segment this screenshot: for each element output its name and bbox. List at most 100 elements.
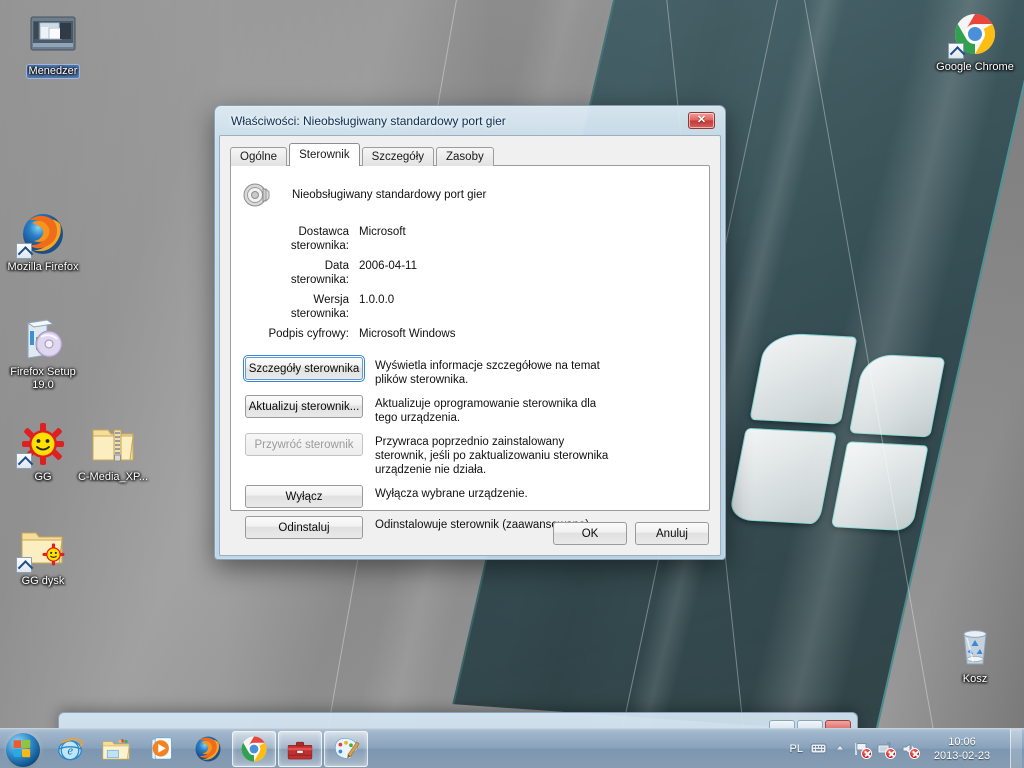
action-row-rollback-driver: Przywróć sterownik Przywraca poprzednio z… xyxy=(245,433,709,477)
taskbar-items: e xyxy=(46,730,368,767)
driver-info-label: Data sterownika: xyxy=(290,260,349,286)
taskbar[interactable]: e PL 10:06 2013-02-23 xyxy=(0,728,1024,768)
tab-strip: Ogólne Sterownik Szczegóły Zasoby xyxy=(230,143,710,166)
clock[interactable]: 10:06 2013-02-23 xyxy=(925,735,999,763)
media-player-icon xyxy=(147,734,177,764)
chrome-icon xyxy=(239,734,269,764)
rollback-driver-button: Przywróć sterownik xyxy=(245,433,363,456)
taskbar-item-windows-media-player[interactable] xyxy=(140,731,184,767)
driver-info-label: Podpis cyfrowy: xyxy=(268,328,349,340)
speaker-device-icon xyxy=(243,183,270,207)
language-indicator[interactable]: PL xyxy=(790,743,803,755)
device-properties-dialog[interactable]: Właściwości: Nieobsługiwany standardowy … xyxy=(214,105,726,560)
desktop-icon-google-chrome[interactable]: Google Chrome xyxy=(932,10,1018,74)
shortcut-overlay-icon xyxy=(16,557,32,573)
system-tray: PL 10:06 2013-02-23 xyxy=(784,728,1024,768)
desktop-icon-label: Menedzer xyxy=(25,64,81,79)
tab-szczegoly[interactable]: Szczegóły xyxy=(361,147,435,166)
disable-device-button[interactable]: Wyłącz xyxy=(245,485,363,508)
driver-info-row: Dostawca sterownika: Microsoft xyxy=(264,225,709,253)
close-icon[interactable]: ✕ xyxy=(688,112,715,129)
driver-info-row: Wersja sterownika: 1.0.0.0 xyxy=(264,293,709,321)
desktop-icon-gg-dysk[interactable]: GG dysk xyxy=(0,524,86,588)
update-driver-button[interactable]: Aktualizuj sterownik... xyxy=(245,395,363,418)
disable-device-description: Wyłącza wybrane urządzenie. xyxy=(375,488,528,500)
driver-info-label: Dostawca sterownika: xyxy=(290,226,349,252)
desktop-icon-label: Kosz xyxy=(962,673,988,685)
rollback-driver-description: Przywraca poprzednio zainstalowany stero… xyxy=(375,436,609,476)
shortcut-overlay-icon xyxy=(16,453,32,469)
desktop-icon-menedzer[interactable]: Menedzer xyxy=(10,10,96,79)
action-row-update-driver: Aktualizuj sterownik... Aktualizuje oprog… xyxy=(245,395,709,425)
network-icon[interactable] xyxy=(877,741,896,759)
desktop-icon-label: Mozilla Firefox xyxy=(7,261,79,273)
tab-zasoby[interactable]: Zasoby xyxy=(436,147,494,166)
driver-info-value: 1.0.0.0 xyxy=(359,294,395,306)
desktop-icon-mozilla-firefox[interactable]: Mozilla Firefox xyxy=(0,210,86,274)
driver-info-grid: Dostawca sterownika: Microsoft Data sterow… xyxy=(264,225,709,341)
installer-disc-icon xyxy=(19,315,67,363)
screenshot-thumbnail-icon xyxy=(29,10,77,58)
show-hidden-icons-icon[interactable] xyxy=(834,741,846,757)
show-desktop-button[interactable] xyxy=(1010,728,1022,768)
start-orb[interactable] xyxy=(2,731,46,767)
paint-palette-icon xyxy=(331,734,361,764)
tab-sterownik[interactable]: Sterownik xyxy=(289,143,360,166)
tab-ogolne[interactable]: Ogólne xyxy=(230,147,288,166)
taskbar-item-paint[interactable] xyxy=(324,730,368,767)
driver-details-button[interactable]: Szczegóły sterownika xyxy=(243,355,365,382)
desktop-icon-label: Google Chrome xyxy=(936,61,1014,73)
device-header: Nieobsługiwany standardowy port gier xyxy=(231,166,709,210)
driver-info-value: Microsoft Windows xyxy=(359,328,456,340)
clock-date: 2013-02-23 xyxy=(933,749,991,762)
clock-time: 10:06 xyxy=(948,735,976,748)
volume-icon[interactable] xyxy=(901,741,920,759)
taskbar-item-internet-explorer[interactable]: e xyxy=(48,731,92,767)
zipped-folder-icon xyxy=(89,420,137,468)
shortcut-overlay-icon xyxy=(16,243,32,259)
uninstall-button[interactable]: Odinstaluj xyxy=(245,516,363,539)
desktop-icon-c-media-xp[interactable]: C-Media_XP... xyxy=(70,420,156,484)
folder-explorer-icon xyxy=(101,734,131,764)
wallpaper-windows-flag-icon xyxy=(725,320,965,545)
device-manager-icon xyxy=(285,734,315,764)
close-glyph: ✕ xyxy=(696,114,707,126)
dialog-body: Ogólne Sterownik Szczegóły Zasoby Nieobsług… xyxy=(219,135,721,556)
driver-info-value: 2006-04-11 xyxy=(359,260,417,272)
taskbar-item-google-chrome[interactable] xyxy=(232,730,276,767)
recycle-bin-icon xyxy=(951,622,999,670)
driver-info-row: Podpis cyfrowy: Microsoft Windows xyxy=(264,327,709,341)
gg-sun-icon xyxy=(16,420,67,469)
device-name: Nieobsługiwany standardowy port gier xyxy=(292,189,487,201)
shortcut-overlay-icon xyxy=(948,43,964,59)
cancel-button[interactable]: Anuluj xyxy=(635,522,709,545)
desktop[interactable]: Menedzer Mozilla Firefox Firefox Setup 19.… xyxy=(0,0,1024,768)
svg-text:e: e xyxy=(68,743,74,757)
desktop-icon-label: Firefox Setup 19.0 xyxy=(10,366,76,391)
firefox-icon xyxy=(193,734,223,764)
ok-button[interactable]: OK xyxy=(553,522,627,545)
keyboard-layout-icon[interactable] xyxy=(810,741,827,757)
taskbar-item-device-manager[interactable] xyxy=(278,730,322,767)
driver-info-value: Microsoft xyxy=(359,226,406,238)
firefox-icon xyxy=(16,210,67,259)
desktop-icon-kosz[interactable]: Kosz xyxy=(932,622,1018,686)
desktop-icon-firefox-setup-19[interactable]: Firefox Setup 19.0 xyxy=(0,315,86,392)
taskbar-item-mozilla-firefox[interactable] xyxy=(186,731,230,767)
dialog-footer: OK Anuluj xyxy=(553,522,709,545)
windows-logo-icon xyxy=(13,739,32,757)
driver-details-description: Wyświetla informacje szczegółowe na tema… xyxy=(375,360,600,386)
chrome-icon xyxy=(948,10,999,59)
gg-folder-icon xyxy=(16,524,67,573)
driver-info-row: Data sterownika: 2006-04-11 xyxy=(264,259,709,287)
desktop-icon-label: C-Media_XP... xyxy=(77,471,149,483)
update-driver-description: Aktualizuje oprogramowanie sterownika dl… xyxy=(375,398,597,424)
action-row-driver-details: Szczegóły sterownika Wyświetla informacje… xyxy=(243,355,709,387)
action-center-flag-icon[interactable] xyxy=(853,741,872,759)
dialog-titlebar[interactable]: Właściwości: Nieobsługiwany standardowy … xyxy=(219,106,721,135)
driver-actions: Szczegóły sterownika Wyświetla informacje… xyxy=(243,355,709,539)
driver-info-label: Wersja sterownika: xyxy=(290,294,349,320)
taskbar-item-windows-explorer[interactable] xyxy=(94,731,138,767)
dialog-title: Właściwości: Nieobsługiwany standardowy … xyxy=(231,113,506,128)
desktop-icon-label: GG dysk xyxy=(21,575,65,587)
